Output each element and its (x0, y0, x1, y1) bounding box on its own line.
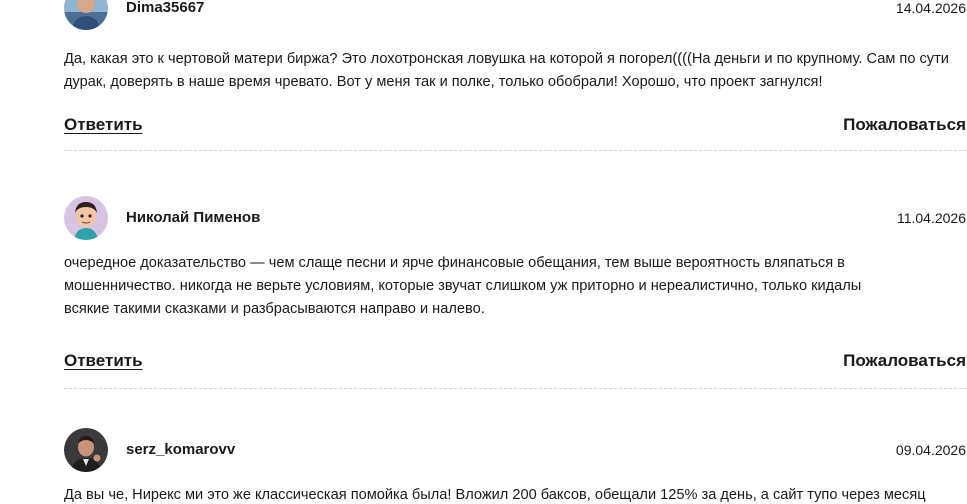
avatar-image (64, 196, 108, 240)
comment-item: serz_komarovv 09.04.2026 Да вы че, Нирек… (64, 428, 967, 504)
comment-item: Dima35667 14.04.2026 Да, какая это к чер… (64, 0, 967, 151)
reply-button[interactable]: Ответить (64, 350, 143, 372)
comment-date: 14.04.2026 (895, 0, 966, 16)
comment-divider (64, 388, 967, 389)
comment-divider (64, 150, 967, 151)
comment-text: Да вы че, Нирекс ми это же классическая … (64, 487, 926, 503)
avatar-image (64, 428, 108, 472)
comment-header: Dima35667 14.04.2026 (64, 0, 967, 30)
avatar-image (64, 0, 108, 30)
comment-actions: Ответить Пожаловаться (64, 350, 967, 374)
comment-item: Николай Пименов 11.04.2026 очередное док… (64, 196, 967, 389)
comment-text: очередное доказательство — чем слаще пес… (64, 255, 862, 317)
reply-button[interactable]: Ответить (64, 114, 143, 136)
cartoon-avatar (64, 196, 108, 240)
report-button[interactable]: Пожаловаться (843, 114, 966, 136)
comment-date: 11.04.2026 (896, 210, 966, 226)
comment-author[interactable]: serz_komarovv (126, 440, 235, 460)
comment-author[interactable]: Николай Пименов (126, 208, 260, 228)
comment-date: 09.04.2026 (895, 442, 966, 458)
comment-author[interactable]: Dima35667 (126, 0, 204, 18)
report-button[interactable]: Пожаловаться (843, 350, 966, 372)
comments-list: Dima35667 14.04.2026 Да, какая это к чер… (0, 0, 967, 504)
comment-header: Николай Пименов 11.04.2026 (64, 196, 967, 240)
comment-text: Да, какая это к чертовой матери биржа? Э… (64, 51, 949, 90)
comment-header: serz_komarovv 09.04.2026 (64, 428, 967, 472)
user-photo-avatar (64, 0, 108, 30)
user-photo-avatar (64, 428, 108, 472)
comment-actions: Ответить Пожаловаться (64, 114, 967, 138)
